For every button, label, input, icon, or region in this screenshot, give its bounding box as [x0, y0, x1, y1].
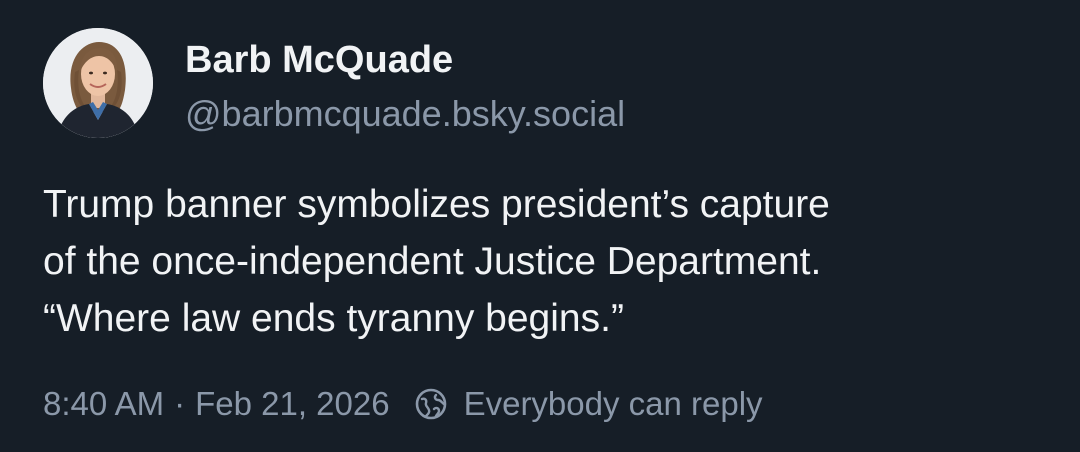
globe-icon — [415, 388, 446, 420]
post-card: Barb McQuade @barbmcquade.bsky.social Tr… — [0, 0, 1080, 452]
meta-separator: · — [174, 385, 186, 422]
reply-setting[interactable]: Everybody can reply — [414, 385, 763, 423]
post-text: Trump banner symbolizes president’s capt… — [43, 176, 1053, 347]
post-text-line: “Where law ends tyranny begins.” — [43, 297, 624, 340]
avatar[interactable] — [43, 28, 153, 138]
post-text-line: Trump banner symbolizes president’s capt… — [43, 183, 830, 226]
post-date[interactable]: Feb 21, 2026 — [195, 385, 390, 423]
post-time[interactable]: 8:40 AM — [43, 385, 164, 423]
author-handle[interactable]: @barbmcquade.bsky.social — [185, 91, 625, 137]
post-text-line: of the once-independent Justice Departme… — [43, 240, 822, 283]
reply-setting-label: Everybody can reply — [463, 385, 763, 422]
post-meta: 8:40 AM · Feb 21, 2026 Everybody can rep… — [43, 381, 763, 427]
profile-photo-icon — [43, 28, 153, 138]
author-display-name[interactable]: Barb McQuade — [185, 36, 453, 84]
